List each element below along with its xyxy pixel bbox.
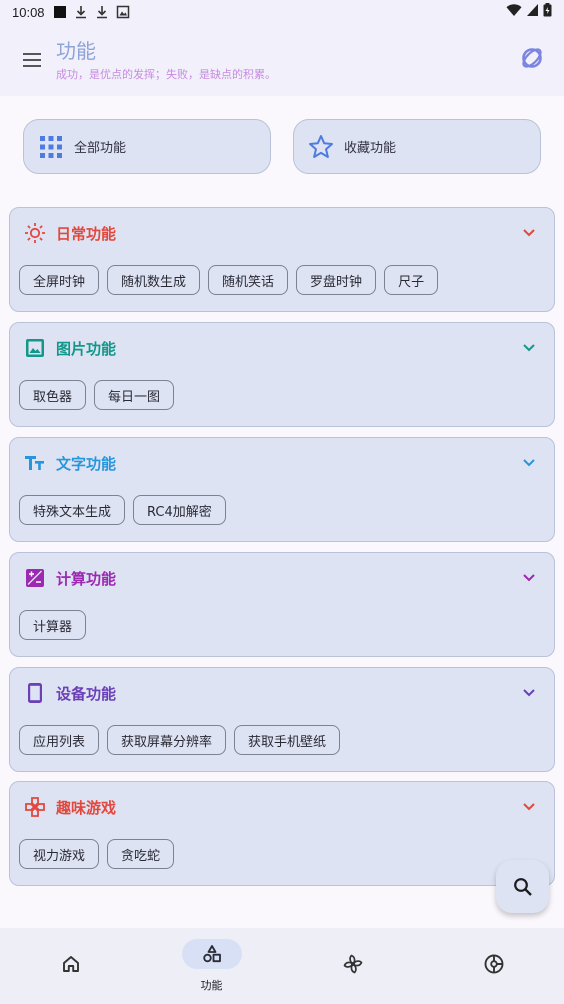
nav-features-label: 功能: [200, 979, 223, 992]
chip-phone-wallpaper[interactable]: 获取手机壁纸: [234, 725, 341, 755]
category-title: 趣味游戏: [56, 798, 117, 817]
chip-rc4-crypto[interactable]: RC4加解密: [133, 495, 226, 525]
category-card-text: 文字功能 特殊文本生成 RC4加解密: [9, 437, 555, 542]
chevron-down-icon[interactable]: [520, 454, 538, 472]
category-title: 设备功能: [56, 684, 117, 703]
chip-ruler[interactable]: 尺子: [384, 265, 439, 295]
image-notification-icon: [116, 5, 130, 19]
battery-icon: [543, 3, 552, 21]
category-header-text[interactable]: 文字功能: [10, 438, 554, 488]
chip-compass-clock[interactable]: 罗盘时钟: [296, 265, 377, 295]
text-size-icon: [24, 452, 46, 474]
category-card-device: 设备功能 应用列表 获取屏幕分辨率 获取手机壁纸: [9, 667, 555, 772]
all-features-button[interactable]: 全部功能: [23, 119, 271, 174]
bottom-navigation: 功能: [0, 928, 564, 1004]
nav-home[interactable]: [0, 928, 141, 1004]
page-subtitle: 成功，是优点的发挥；失败，是缺点的积累。: [56, 67, 276, 81]
notification-square-icon: [53, 5, 67, 19]
chip-app-list[interactable]: 应用列表: [19, 725, 100, 755]
download-icon: [74, 5, 88, 19]
chip-color-picker[interactable]: 取色器: [19, 380, 87, 410]
all-features-label: 全部功能: [74, 141, 127, 156]
menu-button[interactable]: [20, 48, 44, 72]
nav-statistics[interactable]: [423, 928, 564, 1004]
category-header-calculate[interactable]: 计算功能: [10, 553, 554, 603]
shapes-icon: [200, 942, 224, 966]
chevron-down-icon[interactable]: [520, 798, 538, 816]
calculator-icon: [24, 567, 46, 589]
chip-vision-game[interactable]: 视力游戏: [19, 839, 100, 869]
favorite-features-label: 收藏功能: [344, 141, 397, 156]
chip-random-joke[interactable]: 随机笑话: [208, 265, 289, 295]
donut-chart-icon: [482, 952, 506, 976]
download-icon: [95, 5, 109, 19]
chip-random-number[interactable]: 随机数生成: [107, 265, 201, 295]
chevron-down-icon[interactable]: [520, 224, 538, 242]
chip-special-text[interactable]: 特殊文本生成: [19, 495, 126, 525]
category-header-games[interactable]: 趣味游戏: [10, 782, 554, 832]
category-title: 计算功能: [56, 569, 117, 588]
chip-screen-resolution[interactable]: 获取屏幕分辨率: [107, 725, 227, 755]
chip-snake-game[interactable]: 贪吃蛇: [107, 839, 175, 869]
gamepad-icon: [24, 796, 46, 818]
status-bar: 10:08: [0, 0, 564, 24]
category-title: 日常功能: [56, 224, 117, 243]
chip-fullscreen-clock[interactable]: 全屏时钟: [19, 265, 100, 295]
grid-icon: [38, 134, 64, 160]
chip-calculator[interactable]: 计算器: [19, 610, 87, 640]
status-time: 10:08: [12, 4, 45, 20]
chevron-down-icon[interactable]: [520, 569, 538, 587]
signal-icon: [526, 3, 539, 21]
sun-icon: [24, 222, 46, 244]
category-title: 文字功能: [56, 454, 117, 473]
category-card-daily: 日常功能 全屏时钟 随机数生成 随机笑话 罗盘时钟 尺子: [9, 207, 555, 312]
category-header-device[interactable]: 设备功能: [10, 668, 554, 718]
favorite-features-button[interactable]: 收藏功能: [293, 119, 541, 174]
nav-pinwheel[interactable]: [282, 928, 423, 1004]
home-icon: [59, 952, 83, 976]
star-icon: [308, 134, 334, 160]
search-icon: [513, 877, 532, 896]
category-card-games: 趣味游戏 视力游戏 贪吃蛇: [9, 781, 555, 886]
chevron-down-icon[interactable]: [520, 684, 538, 702]
chevron-down-icon[interactable]: [520, 339, 538, 357]
nav-features[interactable]: 功能: [141, 928, 282, 1004]
search-fab[interactable]: [496, 860, 549, 913]
wifi-icon: [506, 3, 522, 21]
theme-button[interactable]: [518, 44, 546, 72]
category-card-image: 图片功能 取色器 每日一图: [9, 322, 555, 427]
app-bar: 功能 成功，是优点的发挥；失败，是缺点的积累。: [0, 24, 564, 96]
category-title: 图片功能: [56, 339, 117, 358]
pinwheel-icon: [341, 952, 365, 976]
category-header-image[interactable]: 图片功能: [10, 323, 554, 373]
category-header-daily[interactable]: 日常功能: [10, 208, 554, 258]
rings-icon: [522, 48, 542, 68]
image-icon: [24, 337, 46, 359]
category-card-calculate: 计算功能 计算器: [9, 552, 555, 657]
phone-icon: [24, 682, 46, 704]
chip-daily-picture[interactable]: 每日一图: [94, 380, 175, 410]
page-title: 功能: [56, 38, 96, 63]
hamburger-menu-icon: [23, 53, 41, 67]
